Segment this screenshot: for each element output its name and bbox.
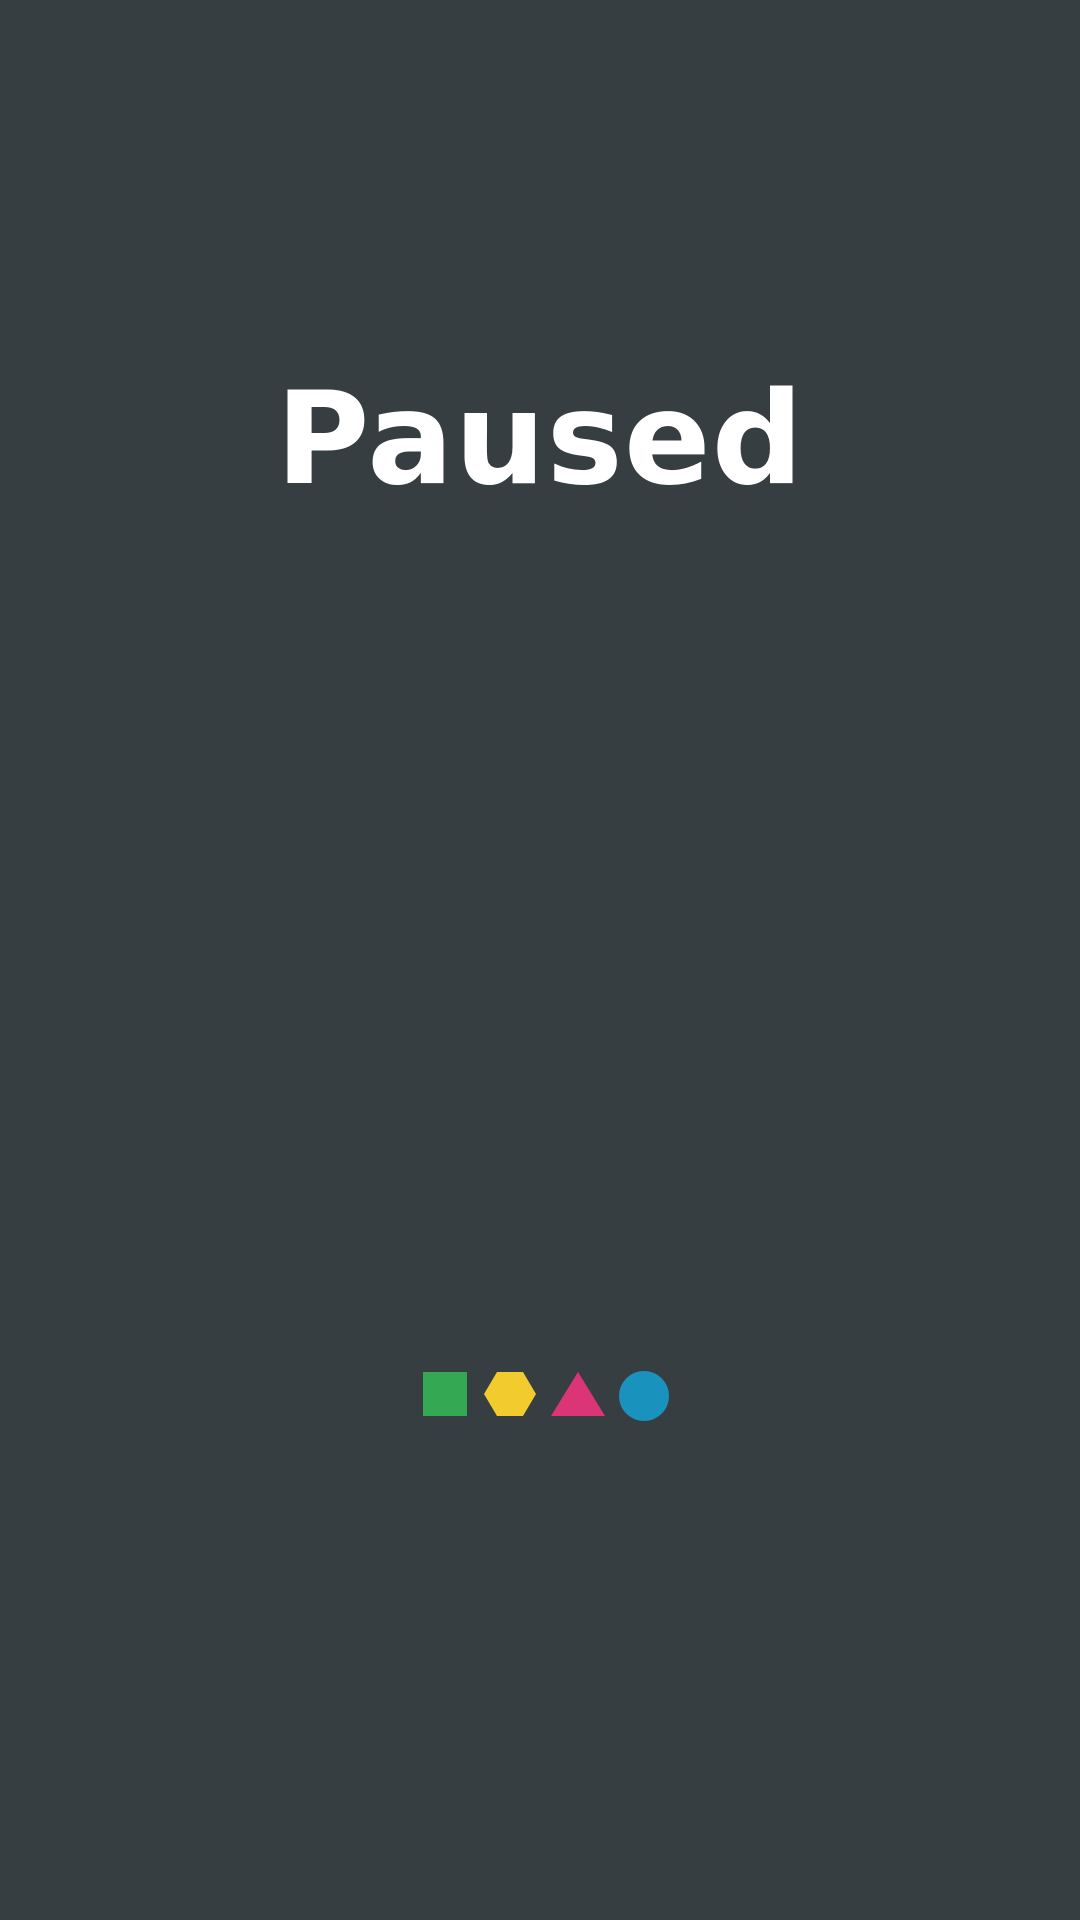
yellow-hexagon-icon	[484, 1370, 536, 1418]
shape-logo	[0, 1370, 1080, 1422]
pink-triangle-icon	[551, 1370, 605, 1418]
blue-circle-icon	[618, 1370, 670, 1422]
paused-title: Paused	[275, 365, 805, 514]
pause-screen: Paused	[0, 0, 1080, 1920]
green-square-icon	[423, 1370, 467, 1416]
